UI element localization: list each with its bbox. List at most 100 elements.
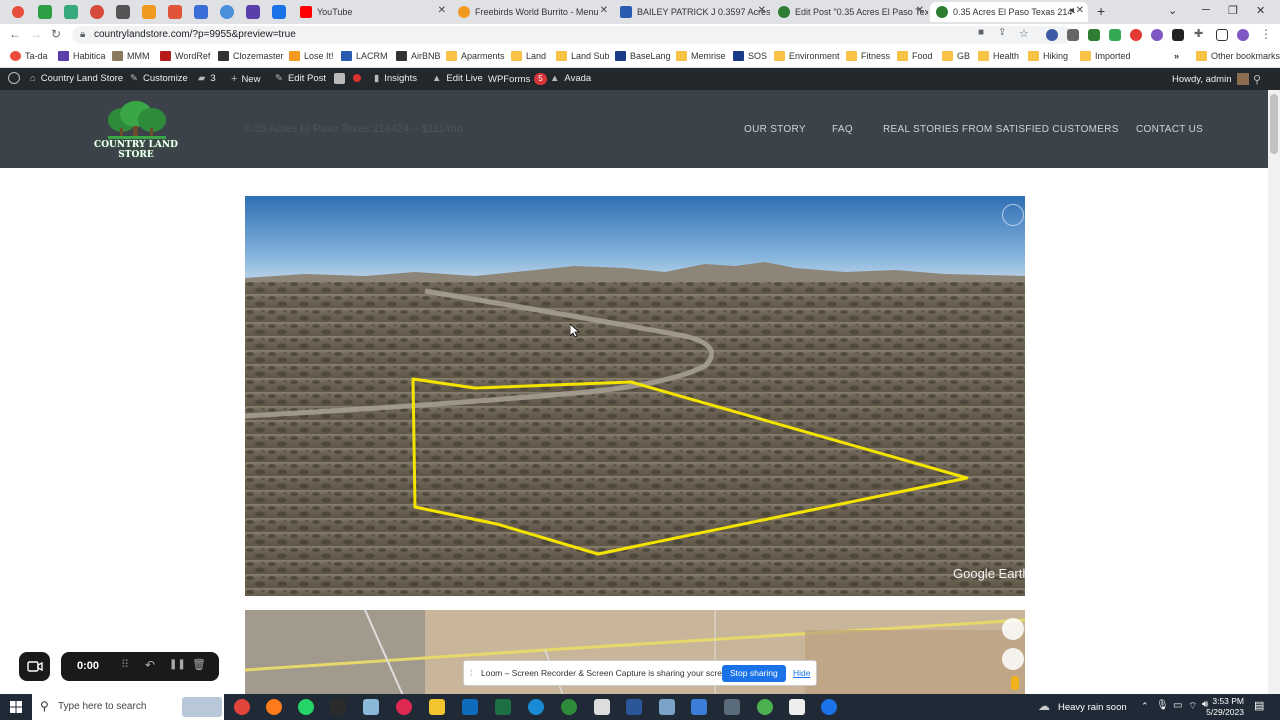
tray-chevron-icon[interactable]: ⌃ xyxy=(1141,701,1149,712)
app-taskbar-icon[interactable] xyxy=(821,699,837,715)
network-icon[interactable]: ⌔ xyxy=(1188,700,1197,713)
extension-icon[interactable] xyxy=(1088,29,1100,41)
sheets-pinned-tab-icon[interactable] xyxy=(38,5,52,19)
nav-faq[interactable]: FAQ xyxy=(832,124,853,135)
bookmark-item[interactable]: LACRM xyxy=(341,51,388,61)
tab-search-icon[interactable]: ⌄ xyxy=(1168,4,1177,17)
windows-start-icon[interactable] xyxy=(10,701,22,713)
taskbar-search-box[interactable]: ⚲ Type here to search xyxy=(32,694,224,720)
bookmark-item[interactable]: Ta-da xyxy=(10,51,48,61)
shield-extension-icon[interactable] xyxy=(1067,29,1079,41)
bookmark-item[interactable]: WordRef xyxy=(160,51,210,61)
excel-taskbar-icon[interactable] xyxy=(495,699,511,715)
back-button[interactable]: ← xyxy=(9,27,21,41)
close-tab-icon[interactable]: ✕ xyxy=(758,5,766,16)
admin-site-link[interactable]: ⌂ Country Land Store xyxy=(30,73,123,84)
bookmark-item[interactable]: Memrise xyxy=(676,51,726,61)
delete-icon[interactable]: 🗑︎ xyxy=(192,658,206,671)
site-logo[interactable]: COUNTRY LAND STORE xyxy=(78,100,194,160)
bookmark-item[interactable]: MMM xyxy=(112,51,150,61)
extension-icon[interactable] xyxy=(1151,29,1163,41)
bookmark-folder[interactable]: Aparments xyxy=(446,51,505,61)
app-taskbar-icon[interactable] xyxy=(594,699,610,715)
pinned-tab-icon[interactable] xyxy=(246,5,260,19)
close-window-button[interactable]: ✕ xyxy=(1256,4,1265,17)
share-icon[interactable]: ⇪ xyxy=(998,27,1006,38)
bookmark-star-icon[interactable]: ☆ xyxy=(1019,27,1029,40)
clock-time[interactable]: 3:53 PM xyxy=(1208,696,1244,706)
address-bar[interactable]: 🔒︎ countrylandstore.com/?p=9955&preview=… xyxy=(72,26,1072,44)
profile-avatar[interactable] xyxy=(1237,29,1249,41)
drag-handle-icon[interactable]: ⁞ xyxy=(470,668,473,678)
bookmark-folder[interactable]: Health xyxy=(978,51,1019,61)
scrollbar-thumb[interactable] xyxy=(1270,94,1278,154)
edit-live-link[interactable]: ▲ Edit Live xyxy=(432,73,483,84)
nav-real-stories[interactable]: REAL STORIES FROM SATISFIED CUSTOMERS xyxy=(883,124,1119,135)
file-explorer-taskbar-icon[interactable] xyxy=(429,699,445,715)
bookmark-folder[interactable]: Hiking xyxy=(1028,51,1068,61)
bookmark-item[interactable]: SOS xyxy=(733,51,767,61)
customize-link[interactable]: ✎ Customize xyxy=(130,73,188,84)
extension-icon[interactable] xyxy=(1046,29,1058,41)
wordpress-logo-icon[interactable] xyxy=(8,72,20,84)
extension-icon[interactable] xyxy=(1130,29,1142,41)
other-bookmarks-folder[interactable]: Other bookmarks xyxy=(1196,51,1280,61)
new-tab-button[interactable]: + xyxy=(1097,3,1105,19)
comments-link[interactable]: ▰ 3 xyxy=(198,73,216,84)
pinned-tab-icon[interactable] xyxy=(220,5,234,19)
clock-date[interactable]: 5/29/2023 xyxy=(1200,707,1244,717)
todoist-pinned-tab-icon[interactable] xyxy=(12,6,24,18)
wpforms-link[interactable]: WPForms 5 xyxy=(488,73,547,85)
menu-kebab-icon[interactable]: ⋮ xyxy=(1260,27,1272,41)
calculator-taskbar-icon[interactable] xyxy=(724,699,740,715)
app-taskbar-icon[interactable] xyxy=(363,699,379,715)
battery-icon[interactable]: ▭ xyxy=(1173,700,1182,711)
yoast-icon[interactable] xyxy=(334,73,345,84)
page-scrollbar[interactable] xyxy=(1268,90,1280,694)
bookmark-folder[interactable]: Environment xyxy=(774,51,840,61)
nav-contact-us[interactable]: CONTACT US xyxy=(1136,124,1203,135)
pinned-tab-icon[interactable] xyxy=(116,5,130,19)
tab-current[interactable]: 0.35 Acres El Paso Texas 214- ◂ ✕ xyxy=(930,2,1088,22)
edit-post-link[interactable]: ✎ Edit Post xyxy=(275,73,326,84)
more-bookmarks-icon[interactable]: » xyxy=(1174,51,1179,61)
bookmark-folder[interactable]: Fitness xyxy=(846,51,890,61)
bookmark-item[interactable]: Lose It! xyxy=(289,51,334,61)
bookmark-item[interactable]: Habitica xyxy=(58,51,106,61)
tab-edit-post[interactable]: Edit Post "0.35 Acres El Paso Tex ✕ xyxy=(772,2,928,22)
pinned-tab-icon[interactable] xyxy=(64,5,78,19)
whatsapp-taskbar-icon[interactable] xyxy=(298,699,314,715)
extension-icon[interactable] xyxy=(1109,29,1121,41)
account-menu[interactable]: Howdy, admin xyxy=(1172,73,1249,85)
pegman-icon[interactable] xyxy=(1011,676,1019,690)
audio-icon[interactable]: ◂ xyxy=(1069,5,1074,16)
new-content-link[interactable]: + New xyxy=(231,73,260,85)
firefox-taskbar-icon[interactable] xyxy=(266,699,282,715)
outlook-taskbar-icon[interactable] xyxy=(462,699,478,715)
minimize-button[interactable]: ─ xyxy=(1202,4,1210,16)
extensions-puzzle-icon[interactable]: ✚ xyxy=(1194,27,1203,40)
pause-icon[interactable]: ❚❚ xyxy=(169,659,186,670)
side-panel-icon[interactable] xyxy=(1216,29,1228,41)
bookmark-item[interactable]: AirBNB xyxy=(396,51,441,61)
close-tab-icon[interactable]: ✕ xyxy=(600,5,608,16)
pinned-tab-icon[interactable] xyxy=(168,5,182,19)
stop-sharing-button[interactable]: Stop sharing xyxy=(722,665,786,682)
hide-button[interactable]: Hide xyxy=(793,668,810,678)
weather-text[interactable]: Heavy rain soon xyxy=(1058,702,1127,713)
pinned-tab-icon[interactable] xyxy=(194,5,208,19)
pinned-tab-icon[interactable] xyxy=(90,5,104,19)
avada-link[interactable]: ▲ Avada xyxy=(550,73,591,84)
notification-icon[interactable]: ▤ xyxy=(1254,699,1264,712)
restart-icon[interactable]: ↶ xyxy=(145,658,155,672)
edge-taskbar-icon[interactable] xyxy=(528,699,544,715)
word-taskbar-icon[interactable] xyxy=(626,699,642,715)
zoom-control-icon[interactable] xyxy=(1002,648,1024,670)
camera-icon[interactable]: ■ xyxy=(978,27,984,38)
compass-icon[interactable] xyxy=(1002,204,1024,226)
extension-icon[interactable] xyxy=(1172,29,1184,41)
bookmark-folder[interactable]: Food xyxy=(897,51,933,61)
app-taskbar-icon[interactable] xyxy=(757,699,773,715)
bookmark-item[interactable]: Clozemaster xyxy=(218,51,284,61)
microphone-icon[interactable]: 🎙︎ xyxy=(1156,700,1169,711)
